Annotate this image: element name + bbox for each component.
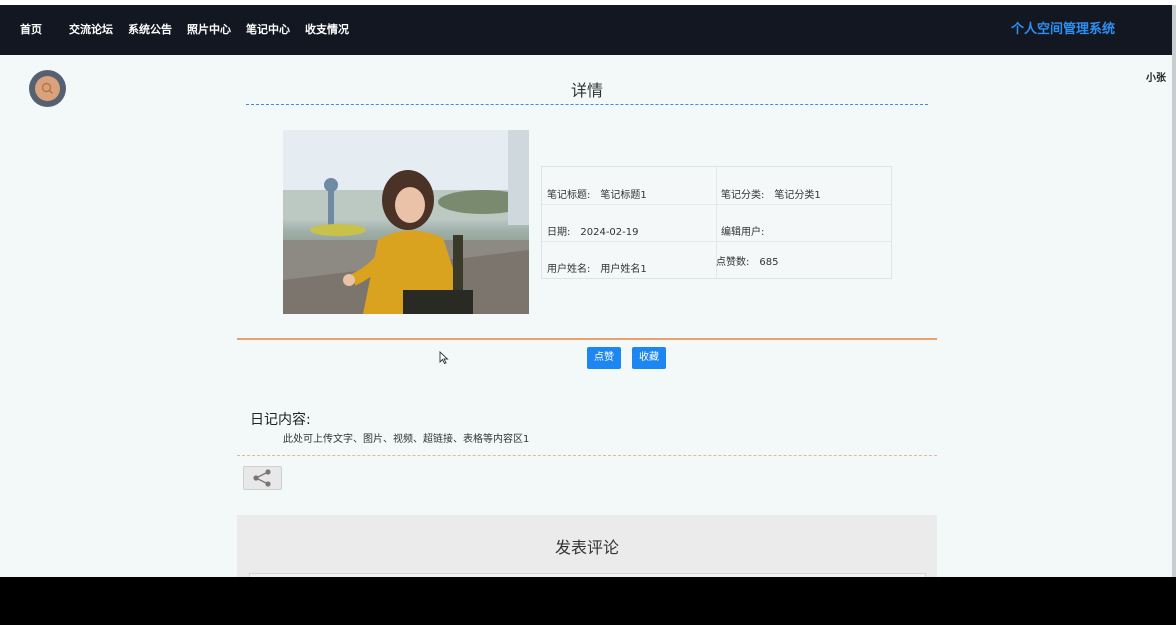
search-button[interactable]	[29, 70, 66, 107]
share-icon	[253, 469, 271, 487]
editor-label: 编辑用户:	[721, 227, 765, 238]
nav-announcements[interactable]: 系统公告	[128, 5, 172, 55]
editor-cell: 编辑用户:	[721, 223, 774, 238]
nav-notes[interactable]: 笔记中心	[246, 5, 290, 55]
note-title-label: 笔记标题:	[547, 190, 591, 201]
date-cell: 日期: 2024-02-19	[547, 223, 639, 238]
favorite-button[interactable]: 收藏	[632, 347, 666, 369]
category-label: 笔记分类:	[721, 190, 765, 201]
top-navbar: 首页 交流论坛 系统公告 照片中心 笔记中心 收支情况 个人空间管理系统	[0, 5, 1172, 55]
nav-finance[interactable]: 收支情况	[305, 5, 349, 55]
nav-photos[interactable]: 照片中心	[187, 5, 231, 55]
share-button[interactable]	[243, 466, 282, 490]
category-cell: 笔记分类: 笔记分类1	[721, 186, 821, 201]
likes-value: 685	[759, 257, 779, 268]
nav-home[interactable]: 首页	[20, 5, 42, 55]
photo-illustration	[283, 130, 529, 314]
current-user[interactable]: 小张	[1146, 69, 1166, 84]
date-value: 2024-02-19	[580, 227, 639, 238]
content-divider	[237, 455, 937, 456]
main-content: 小张 详情 笔记标题: 笔记标题1 笔记分类: 笔记分类1 日期: 2024-0…	[0, 55, 1172, 577]
section-divider	[237, 338, 937, 340]
diary-content-text: 此处可上传文字、图片、视频、超链接、表格等内容区1	[283, 434, 530, 445]
username-cell: 用户姓名: 用户姓名1	[547, 260, 647, 275]
mouse-cursor-icon	[439, 351, 449, 365]
title-divider	[246, 104, 928, 105]
comment-input[interactable]	[249, 573, 926, 577]
likes-label: 点赞数:	[716, 257, 750, 268]
like-button[interactable]: 点赞	[587, 347, 621, 369]
category-value: 笔记分类1	[774, 190, 821, 201]
likes-cell: 点赞数: 685	[716, 253, 778, 268]
comment-section: 发表评论	[237, 515, 937, 577]
table-row-divider	[542, 241, 891, 242]
diary-content-label: 日记内容:	[250, 412, 311, 428]
username-value: 用户姓名1	[600, 264, 647, 275]
site-brand: 个人空间管理系统	[1010, 22, 1115, 37]
note-info-table: 笔记标题: 笔记标题1 笔记分类: 笔记分类1 日期: 2024-02-19 编辑用户…	[541, 166, 892, 279]
nav-forum[interactable]: 交流论坛	[69, 5, 113, 55]
table-row-divider	[542, 204, 891, 205]
page-title: 详情	[570, 81, 603, 100]
note-title-value: 笔记标题1	[600, 190, 647, 201]
note-title-cell: 笔记标题: 笔记标题1	[547, 186, 647, 201]
date-label: 日期:	[547, 227, 571, 238]
note-photo	[283, 130, 529, 314]
vertical-scrollbar[interactable]	[1172, 5, 1176, 577]
comment-title: 发表评论	[554, 538, 619, 557]
search-icon	[41, 82, 53, 94]
username-label: 用户姓名:	[547, 264, 591, 275]
